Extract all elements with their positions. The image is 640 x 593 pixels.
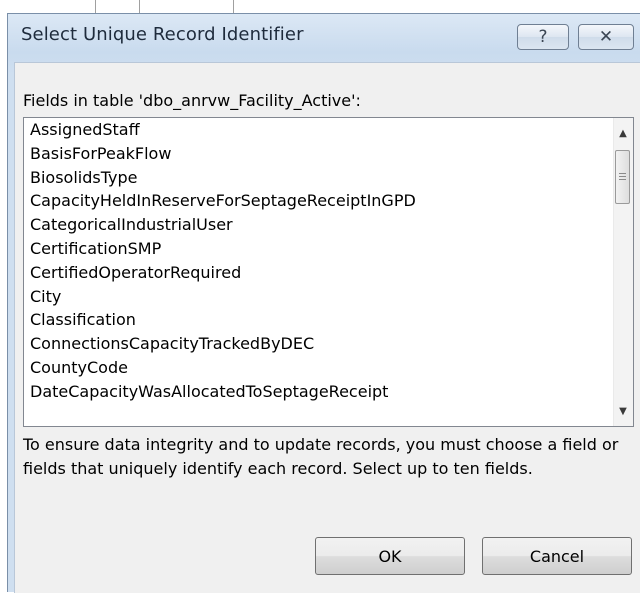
dialog-titlebar[interactable]: Select Unique Record Identifier ? ✕ — [8, 14, 640, 62]
help-button[interactable]: ? — [517, 24, 569, 50]
list-item[interactable]: CategoricalIndustrialUser — [24, 213, 614, 237]
grip-icon — [619, 173, 626, 181]
background-divider — [233, 0, 234, 14]
list-item[interactable]: City — [24, 285, 614, 309]
list-item[interactable]: CapacityHeldInReserveForSeptageReceiptIn… — [24, 189, 614, 213]
list-item[interactable]: ConnectionsCapacityTrackedByDEC — [24, 332, 614, 356]
dialog-title: Select Unique Record Identifier — [21, 24, 304, 45]
fields-list: AssignedStaff BasisForPeakFlow Biosolids… — [24, 118, 614, 426]
instructions-text: To ensure data integrity and to update r… — [23, 435, 619, 478]
background-divider — [95, 0, 96, 14]
close-button[interactable]: ✕ — [578, 24, 634, 50]
select-unique-record-identifier-dialog: Select Unique Record Identifier ? ✕ Fiel… — [7, 13, 640, 593]
list-item[interactable]: AssignedStaff — [24, 118, 614, 142]
help-icon: ? — [538, 27, 548, 47]
cancel-button[interactable]: Cancel — [482, 537, 632, 575]
background-window-strip — [0, 0, 640, 14]
list-item[interactable]: BasisForPeakFlow — [24, 142, 614, 166]
list-item[interactable]: CertificationSMP — [24, 237, 614, 261]
dialog-client-area: Fields in table 'dbo_anrvw_Facility_Acti… — [14, 62, 640, 593]
scroll-down-icon[interactable]: ▼ — [614, 402, 632, 420]
fields-listbox[interactable]: AssignedStaff BasisForPeakFlow Biosolids… — [23, 117, 634, 427]
scroll-up-icon[interactable]: ▲ — [614, 124, 632, 142]
fields-label: Fields in table 'dbo_anrvw_Facility_Acti… — [23, 91, 361, 110]
background-divider — [139, 0, 140, 14]
list-item[interactable]: CertifiedOperatorRequired — [24, 261, 614, 285]
list-item[interactable]: BiosolidsType — [24, 166, 614, 190]
close-icon: ✕ — [598, 27, 614, 47]
vertical-scrollbar[interactable]: ▲ ▼ — [613, 118, 633, 426]
ok-button[interactable]: OK — [315, 537, 465, 575]
scroll-thumb[interactable] — [615, 150, 630, 204]
list-item[interactable]: DateCapacityWasAllocatedToSeptageReceipt — [24, 380, 614, 404]
list-item[interactable]: CountyCode — [24, 356, 614, 380]
list-item[interactable]: Classification — [24, 308, 614, 332]
